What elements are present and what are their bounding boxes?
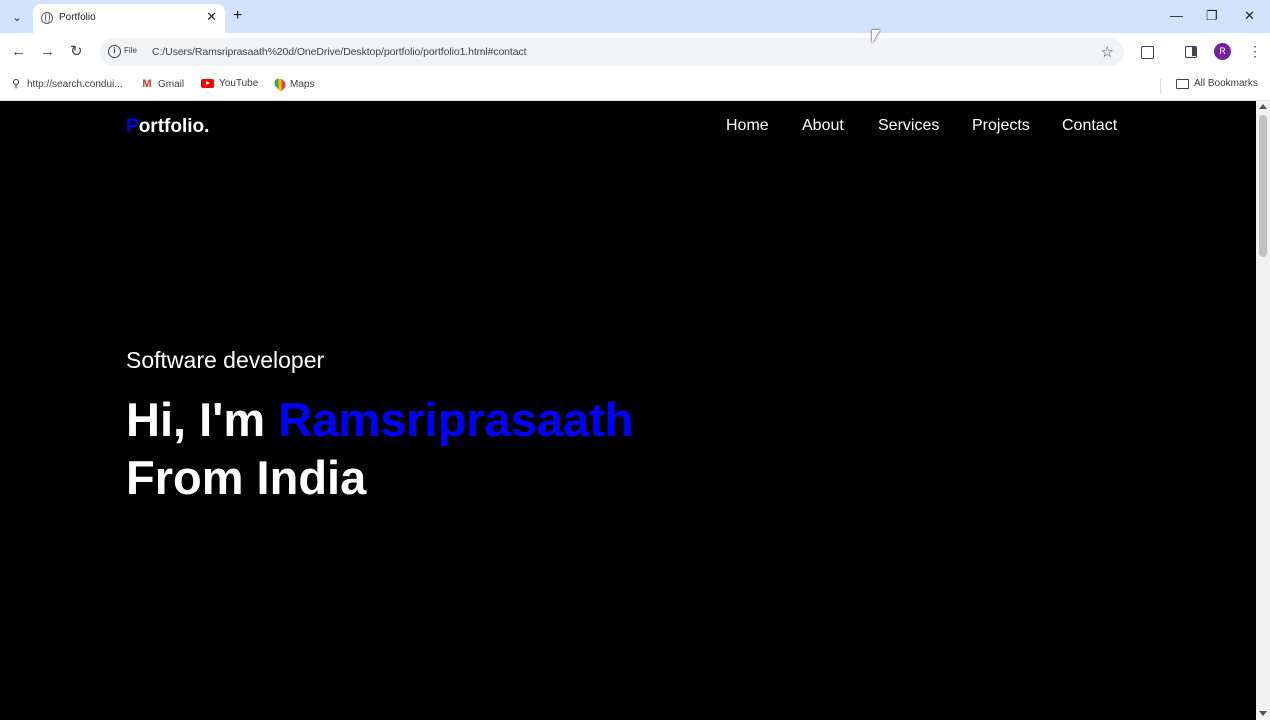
info-icon[interactable]: i — [108, 45, 121, 58]
mouse-cursor-icon — [872, 30, 880, 43]
bookmark-label: Gmail — [158, 78, 185, 90]
logo-accent-letter: P — [126, 116, 139, 137]
hero-line-1: Hi, I'm Ramsriprasaath — [126, 391, 633, 449]
gmail-icon: M — [142, 78, 152, 90]
hero-line-2: From India — [126, 451, 367, 504]
search-icon: ⚲ — [11, 78, 21, 90]
bookmark-conduit[interactable]: ⚲ http://search.condui... — [10, 78, 123, 90]
folder-icon — [1176, 78, 1189, 89]
nav-services[interactable]: Services — [878, 117, 939, 135]
browser-toolbar: ← → ↻ i File C:/Users/Ramsriprasaath%20d… — [0, 33, 1270, 71]
bookmarks-bar: ⚲ http://search.condui... M Gmail YouTub… — [0, 71, 1270, 101]
file-chip: File — [124, 46, 137, 55]
hero-heading: Hi, I'm Ramsriprasaath From India — [126, 391, 633, 507]
back-button[interactable]: ← — [11, 43, 26, 61]
profile-avatar[interactable]: R — [1214, 43, 1231, 60]
nav-home[interactable]: Home — [726, 117, 769, 135]
site-logo[interactable]: Portfolio. — [126, 116, 209, 138]
scroll-up-arrow-icon[interactable] — [1259, 104, 1267, 109]
forward-button[interactable]: → — [40, 43, 55, 61]
bookmark-gmail[interactable]: M Gmail — [141, 78, 184, 90]
bookmark-label: Maps — [290, 78, 315, 90]
nav-projects[interactable]: Projects — [972, 117, 1030, 135]
reload-button[interactable]: ↻ — [70, 43, 83, 61]
browser-tab[interactable]: Portfolio ✕ — [33, 4, 225, 33]
menu-dots-icon[interactable]: ⋮ — [1248, 42, 1262, 60]
bookmarks-divider — [1160, 79, 1161, 94]
bookmark-maps[interactable]: Maps — [272, 76, 315, 92]
url-text[interactable]: C:/Users/Ramsriprasaath%20d/OneDrive/Des… — [152, 46, 527, 58]
side-panel-icon[interactable] — [1185, 46, 1197, 58]
tab-title: Portfolio — [59, 12, 96, 23]
all-bookmarks-button[interactable]: All Bookmarks — [1176, 78, 1258, 89]
restore-button[interactable]: ❐ — [1206, 8, 1218, 24]
youtube-icon — [201, 79, 214, 88]
nav-contact[interactable]: Contact — [1062, 117, 1117, 135]
close-window-button[interactable]: ✕ — [1244, 8, 1255, 24]
new-tab-button[interactable]: + — [233, 6, 242, 26]
hero-name: Ramsriprasaath — [278, 393, 634, 446]
address-bar[interactable]: i File C:/Users/Ramsriprasaath%20d/OneDr… — [100, 38, 1124, 66]
minimize-button[interactable]: — — [1170, 8, 1183, 24]
globe-icon — [41, 12, 53, 24]
bookmark-youtube[interactable]: YouTube — [201, 78, 258, 89]
hero-subtitle: Software developer — [126, 347, 325, 373]
tab-strip: ⌄ Portfolio ✕ + — ❐ ✕ — [0, 0, 1270, 33]
tab-search-button[interactable]: ⌄ — [6, 6, 28, 28]
bookmark-label: http://search.condui... — [27, 78, 123, 90]
bookmark-label: YouTube — [219, 78, 259, 89]
bookmark-star-icon[interactable]: ☆ — [1101, 43, 1114, 61]
scroll-down-arrow-icon[interactable] — [1259, 711, 1267, 716]
hero-greeting: Hi, I'm — [126, 393, 279, 446]
extensions-icon[interactable] — [1141, 46, 1154, 59]
tab-close-button[interactable]: ✕ — [206, 10, 217, 24]
all-bookmarks-label: All Bookmarks — [1194, 78, 1258, 89]
logo-text: ortfolio. — [138, 116, 210, 137]
page-viewport: Portfolio. Home About Services Projects … — [0, 101, 1256, 720]
maps-icon — [272, 76, 288, 92]
page-scrollbar[interactable] — [1256, 101, 1270, 720]
nav-about[interactable]: About — [802, 117, 844, 135]
scrollbar-thumb[interactable] — [1259, 115, 1267, 257]
